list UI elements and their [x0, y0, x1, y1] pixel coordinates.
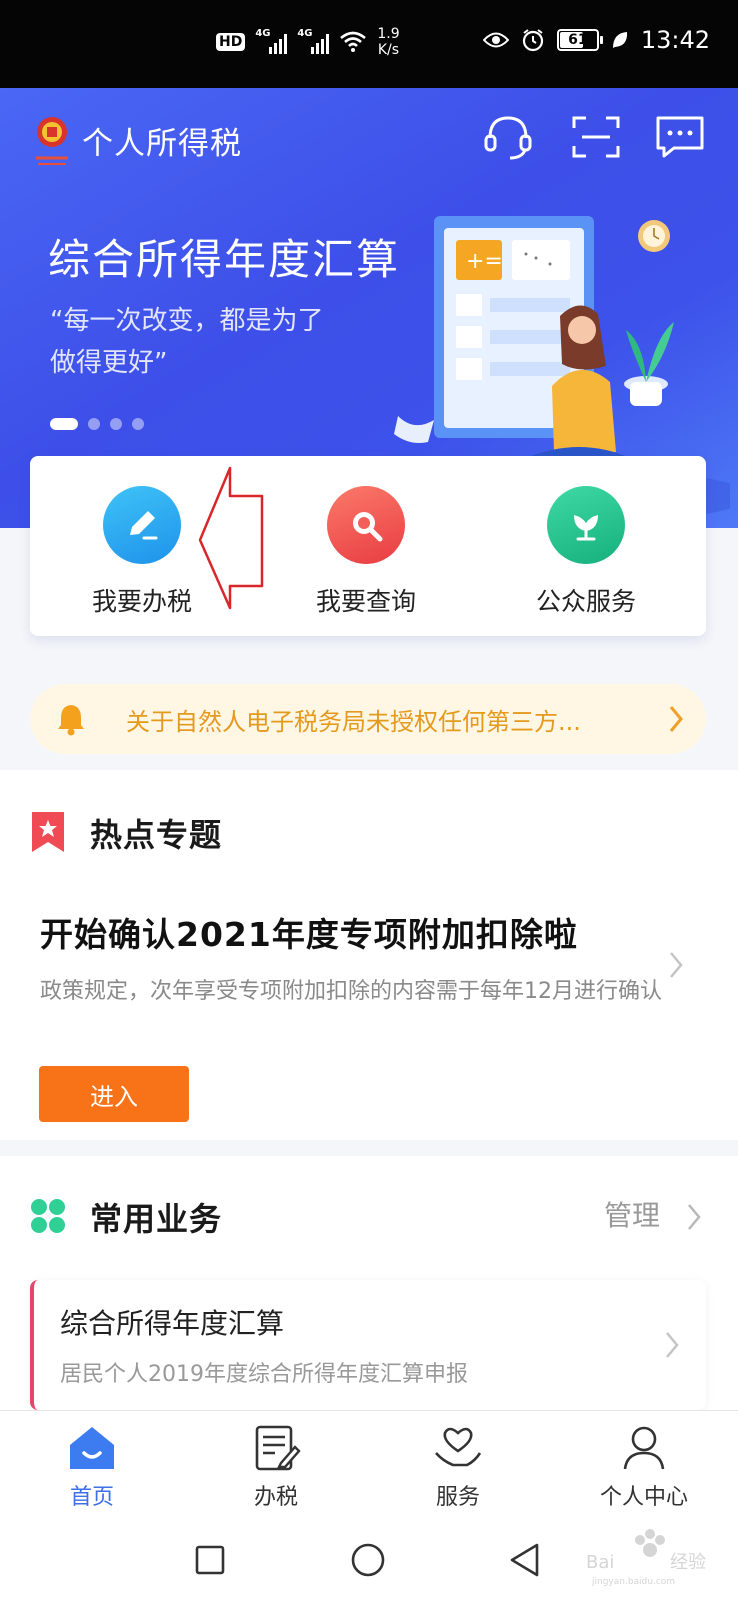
- alarm-icon: [522, 29, 543, 52]
- chevron-right-icon: [669, 706, 683, 732]
- app-title: 个人所得税: [82, 126, 242, 162]
- business-item[interactable]: 综合所得年度汇算 居民个人2019年度综合所得年度汇算申报: [30, 1280, 706, 1410]
- svg-text:经验: 经验: [670, 1552, 706, 1573]
- clock: 13:42: [640, 26, 710, 54]
- business-item-subtitle: 居民个人2019年度综合所得年度汇算申报: [60, 1362, 468, 1387]
- customer-service-icon[interactable]: [482, 112, 534, 162]
- signal-icon-2: 4G: [297, 28, 330, 54]
- nav-label: 服务: [435, 1485, 480, 1510]
- chevron-right-icon[interactable]: [686, 1202, 702, 1232]
- network-type-label: 4G: [255, 28, 271, 39]
- scan-icon[interactable]: [570, 112, 622, 162]
- banner-dot-3[interactable]: [110, 418, 122, 430]
- person-icon: [623, 1426, 665, 1470]
- bell-icon: [58, 705, 84, 736]
- nav-personal-center[interactable]: 个人中心: [584, 1425, 704, 1511]
- common-business-title: 常用业务: [90, 1200, 223, 1238]
- leaf-icon: [612, 32, 627, 48]
- net-speed-unit: K/s: [377, 42, 400, 58]
- nav-service[interactable]: 服务: [398, 1425, 518, 1511]
- eye-icon: [482, 32, 509, 48]
- baidu-jingyan-watermark: Bai 经验 jingyan.baidu.com: [586, 1529, 706, 1587]
- quick-action-query[interactable]: 我要查询: [266, 486, 466, 618]
- nav-home[interactable]: 首页: [32, 1425, 152, 1511]
- bookmark-icon: [32, 812, 64, 852]
- enter-button[interactable]: 进入: [39, 1066, 189, 1122]
- quick-action-label: 公众服务: [535, 587, 636, 616]
- net-speed: 1.9 K/s: [377, 26, 399, 58]
- status-right: 61 13:42: [482, 26, 710, 54]
- svg-text:+=: +=: [466, 249, 503, 274]
- banner-dot-2[interactable]: [88, 418, 100, 430]
- banner-dot-4[interactable]: [132, 418, 144, 430]
- banner-dot-1[interactable]: [50, 418, 78, 430]
- svg-text:Bai: Bai: [586, 1552, 614, 1573]
- business-item-title: 综合所得年度汇算: [60, 1307, 285, 1340]
- red-arrow-annotation: [198, 466, 264, 610]
- topic-description: 政策规定，次年享受专项附加扣除的内容需于每年12月进行确认: [40, 979, 662, 1004]
- screen: HD 4G 4G 1.9 K/s 61 13:42 个人所得税 综合所得年度汇算…: [0, 0, 738, 1600]
- hot-topics-title: 热点专题: [90, 816, 223, 854]
- notice-bar[interactable]: 关于自然人电子税务局未授权任何第三方...: [30, 684, 706, 754]
- banner-subtitle: “每一次改变，都是为了 做得更好”: [50, 300, 350, 384]
- document-edit-icon: [255, 1425, 301, 1471]
- bottom-nav: 首页 办税 服务 个人中心: [0, 1410, 738, 1524]
- grid-icon: [31, 1199, 65, 1233]
- svg-text:jingyan.baidu.com: jingyan.baidu.com: [591, 1577, 675, 1587]
- wifi-icon: [340, 31, 367, 52]
- manage-link[interactable]: 管理: [604, 1194, 660, 1234]
- banner-subtitle-line-1: “每一次改变，都是为了: [50, 306, 324, 336]
- nav-label: 办税: [253, 1485, 298, 1510]
- heart-hand-icon: [435, 1427, 482, 1467]
- message-icon[interactable]: [654, 112, 706, 162]
- hd-badge: HD: [216, 33, 246, 51]
- status-bar: HD 4G 4G 1.9 K/s 61 13:42: [0, 0, 738, 88]
- recent-apps-icon[interactable]: [194, 1544, 226, 1576]
- battery-icon: 61: [556, 29, 603, 51]
- tax-emblem-logo: [36, 117, 68, 165]
- quick-action-label: 我要查询: [315, 587, 416, 616]
- flower-icon: [547, 486, 625, 564]
- network-type-label-2: 4G: [297, 28, 313, 39]
- notice-text: 关于自然人电子税务局未授权任何第三方...: [126, 708, 581, 736]
- nav-label: 个人中心: [599, 1485, 688, 1510]
- search-icon: [327, 486, 405, 564]
- chevron-right-icon[interactable]: [668, 950, 684, 980]
- signal-icon: 4G: [255, 28, 288, 54]
- nav-tax[interactable]: 办税: [216, 1425, 336, 1511]
- quick-actions-card: 我要办税 我要查询 公众服务: [30, 456, 706, 636]
- pencil-icon: [103, 486, 181, 564]
- home-icon: [70, 1427, 114, 1469]
- chevron-right-icon: [666, 1332, 679, 1358]
- nav-label: 首页: [69, 1485, 114, 1510]
- home-circle-icon[interactable]: [350, 1542, 386, 1578]
- net-speed-value: 1.9: [377, 26, 400, 42]
- banner-pagination: [50, 418, 144, 430]
- battery-level: 61: [568, 32, 588, 48]
- banner-subtitle-line-2: 做得更好”: [50, 348, 168, 378]
- quick-action-public-service[interactable]: 公众服务: [486, 486, 686, 618]
- back-icon[interactable]: [508, 1542, 542, 1578]
- topic-title[interactable]: 开始确认2021年度专项附加扣除啦: [40, 908, 578, 956]
- status-left: HD 4G 4G 1.9 K/s: [216, 26, 400, 58]
